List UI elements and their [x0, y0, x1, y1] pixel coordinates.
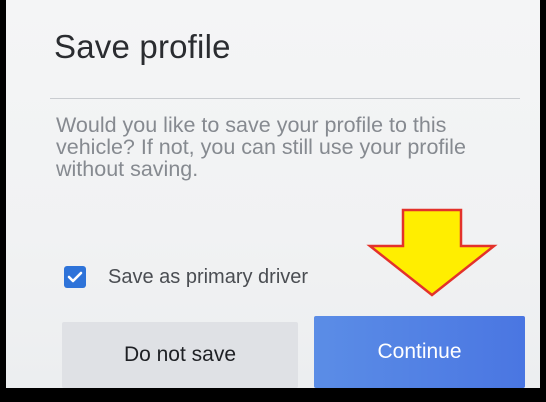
do-not-save-button[interactable]: Do not save — [62, 322, 298, 388]
primary-driver-option[interactable]: Save as primary driver — [64, 262, 308, 292]
title-divider — [50, 98, 520, 99]
dialog: Save profile Would you like to save your… — [6, 0, 540, 388]
photo-frame: Save profile Would you like to save your… — [0, 0, 546, 402]
primary-driver-label: Save as primary driver — [108, 265, 309, 288]
primary-driver-checkbox[interactable] — [64, 266, 86, 288]
checkmark-icon — [67, 271, 83, 283]
dialog-message: Would you like to save your profile to t… — [56, 113, 466, 181]
dialog-title: Save profile — [54, 28, 231, 65]
continue-button[interactable]: Continue — [314, 316, 525, 388]
down-arrow-icon — [366, 208, 498, 297]
